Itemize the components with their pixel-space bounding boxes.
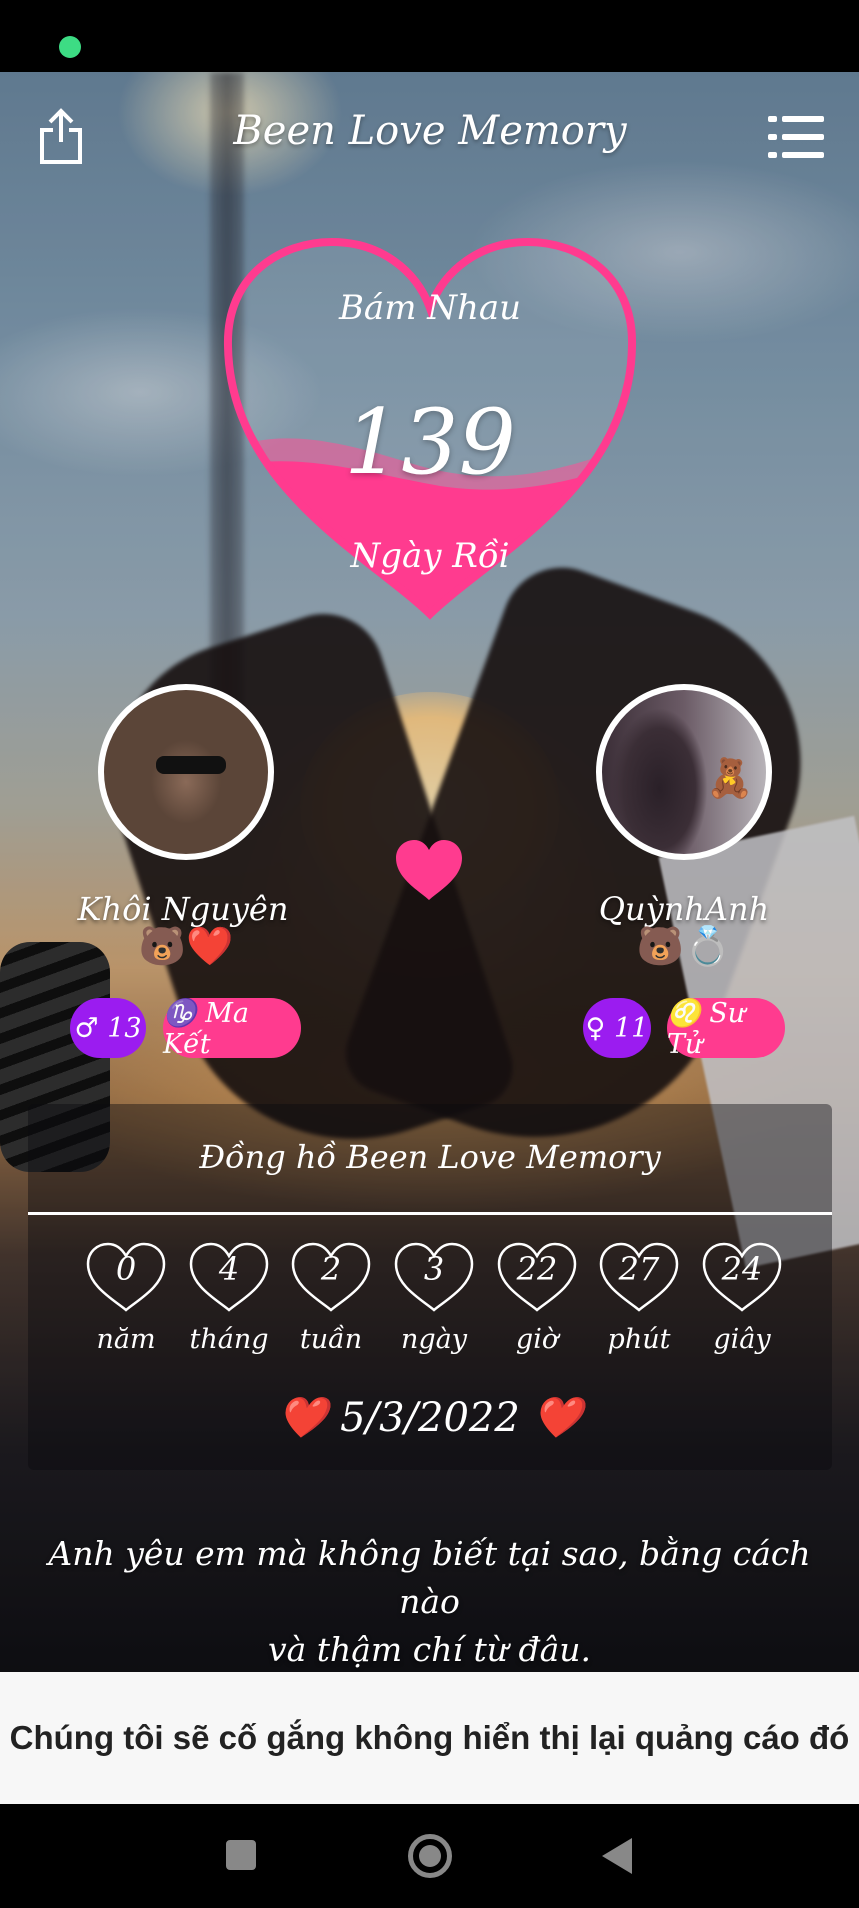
top-bar: Been Love Memory <box>0 90 859 180</box>
clock-unit-seconds: 24 giây <box>700 1240 784 1380</box>
partner-right-name[interactable]: QuỳnhAnh <box>554 890 814 928</box>
clock-value: 0 <box>115 1250 137 1288</box>
ad-message: Chúng tôi sẽ cố gắng không hiển thị lại … <box>9 1719 850 1756</box>
love-clock-panel: Đồng hồ Been Love Memory 0 năm 4 tháng 2… <box>28 1104 832 1470</box>
partner-right-age-badge[interactable]: ♀ 11 <box>583 998 651 1058</box>
clock-label: năm <box>96 1324 156 1355</box>
avatar-sunglasses <box>156 756 226 774</box>
clock-value: 24 <box>721 1250 763 1288</box>
avatar-right[interactable]: 🧸 <box>596 684 772 860</box>
share-icon <box>40 108 82 164</box>
status-bar <box>0 0 859 72</box>
start-date-row[interactable]: ❤️ 5/3/2022 ❤️ <box>28 1394 832 1441</box>
menu-button[interactable] <box>768 116 824 160</box>
triangle-back-icon[interactable] <box>602 1838 632 1874</box>
partner-left-age-badge[interactable]: ♂ 13 <box>70 998 146 1058</box>
teddy-sticker: 🧸 <box>706 756 754 800</box>
clock-value: 4 <box>218 1250 240 1288</box>
heart-icon: ❤️ <box>532 1395 583 1441</box>
share-button[interactable] <box>36 108 86 166</box>
clock-unit-minutes: 27 phút <box>597 1240 681 1380</box>
clock-unit-days: 3 ngày <box>392 1240 476 1380</box>
partner-right-zodiac-badge[interactable]: ♌ Sư Tử <box>667 998 785 1060</box>
counter-bottom-label: Ngày Rồi <box>350 536 510 576</box>
love-quote-line-2: và thậm chí từ đâu. <box>267 1630 592 1669</box>
clock-unit-months: 4 tháng <box>187 1240 271 1380</box>
heart-icon: ❤️ <box>277 1395 328 1441</box>
clock-divider <box>28 1212 832 1215</box>
clock-unit-years: 0 năm <box>84 1240 168 1380</box>
clock-label: phút <box>607 1324 671 1355</box>
heart-icon[interactable] <box>394 838 464 902</box>
clock-value: 3 <box>423 1250 445 1288</box>
partner-left-name[interactable]: Khôi Nguyên <box>53 890 313 928</box>
partner-left-zodiac-badge[interactable]: ♑ Ma Kết <box>163 998 301 1060</box>
avatar-left[interactable] <box>98 684 274 860</box>
app-title: Been Love Memory <box>233 108 627 154</box>
clock-label: ngày <box>400 1324 468 1355</box>
clock-unit-weeks: 2 tuần <box>289 1240 373 1380</box>
circle-icon[interactable] <box>408 1834 452 1878</box>
status-indicator-dot <box>59 36 81 58</box>
clock-label: giây <box>713 1324 771 1355</box>
clock-label: giờ <box>515 1324 559 1355</box>
counter-days: 139 <box>344 390 516 495</box>
clock-title: Đồng hồ Been Love Memory <box>199 1138 661 1176</box>
square-icon[interactable] <box>226 1840 256 1870</box>
love-quote[interactable]: Anh yêu em mà không biết tại sao, bằng c… <box>20 1530 839 1674</box>
clock-label: tuần <box>299 1324 363 1355</box>
partner-left-emojis: 🐻❤️ <box>138 924 234 968</box>
clock-value: 2 <box>320 1250 342 1288</box>
partner-right-emojis: 🐻💍 <box>636 924 732 968</box>
clock-label: tháng <box>189 1324 269 1355</box>
clock-value: 22 <box>516 1250 558 1288</box>
clock-unit-hours: 22 giờ <box>495 1240 579 1380</box>
counter-top-label: Bám Nhau <box>338 288 522 328</box>
love-quote-line-1: Anh yêu em mà không biết tại sao, bằng c… <box>48 1534 811 1621</box>
ad-banner[interactable]: Chúng tôi sẽ cố gắng không hiển thị lại … <box>0 1672 859 1804</box>
system-nav-bar <box>0 1804 859 1908</box>
start-date: 5/3/2022 <box>340 1395 520 1441</box>
clock-value: 27 <box>618 1250 660 1288</box>
